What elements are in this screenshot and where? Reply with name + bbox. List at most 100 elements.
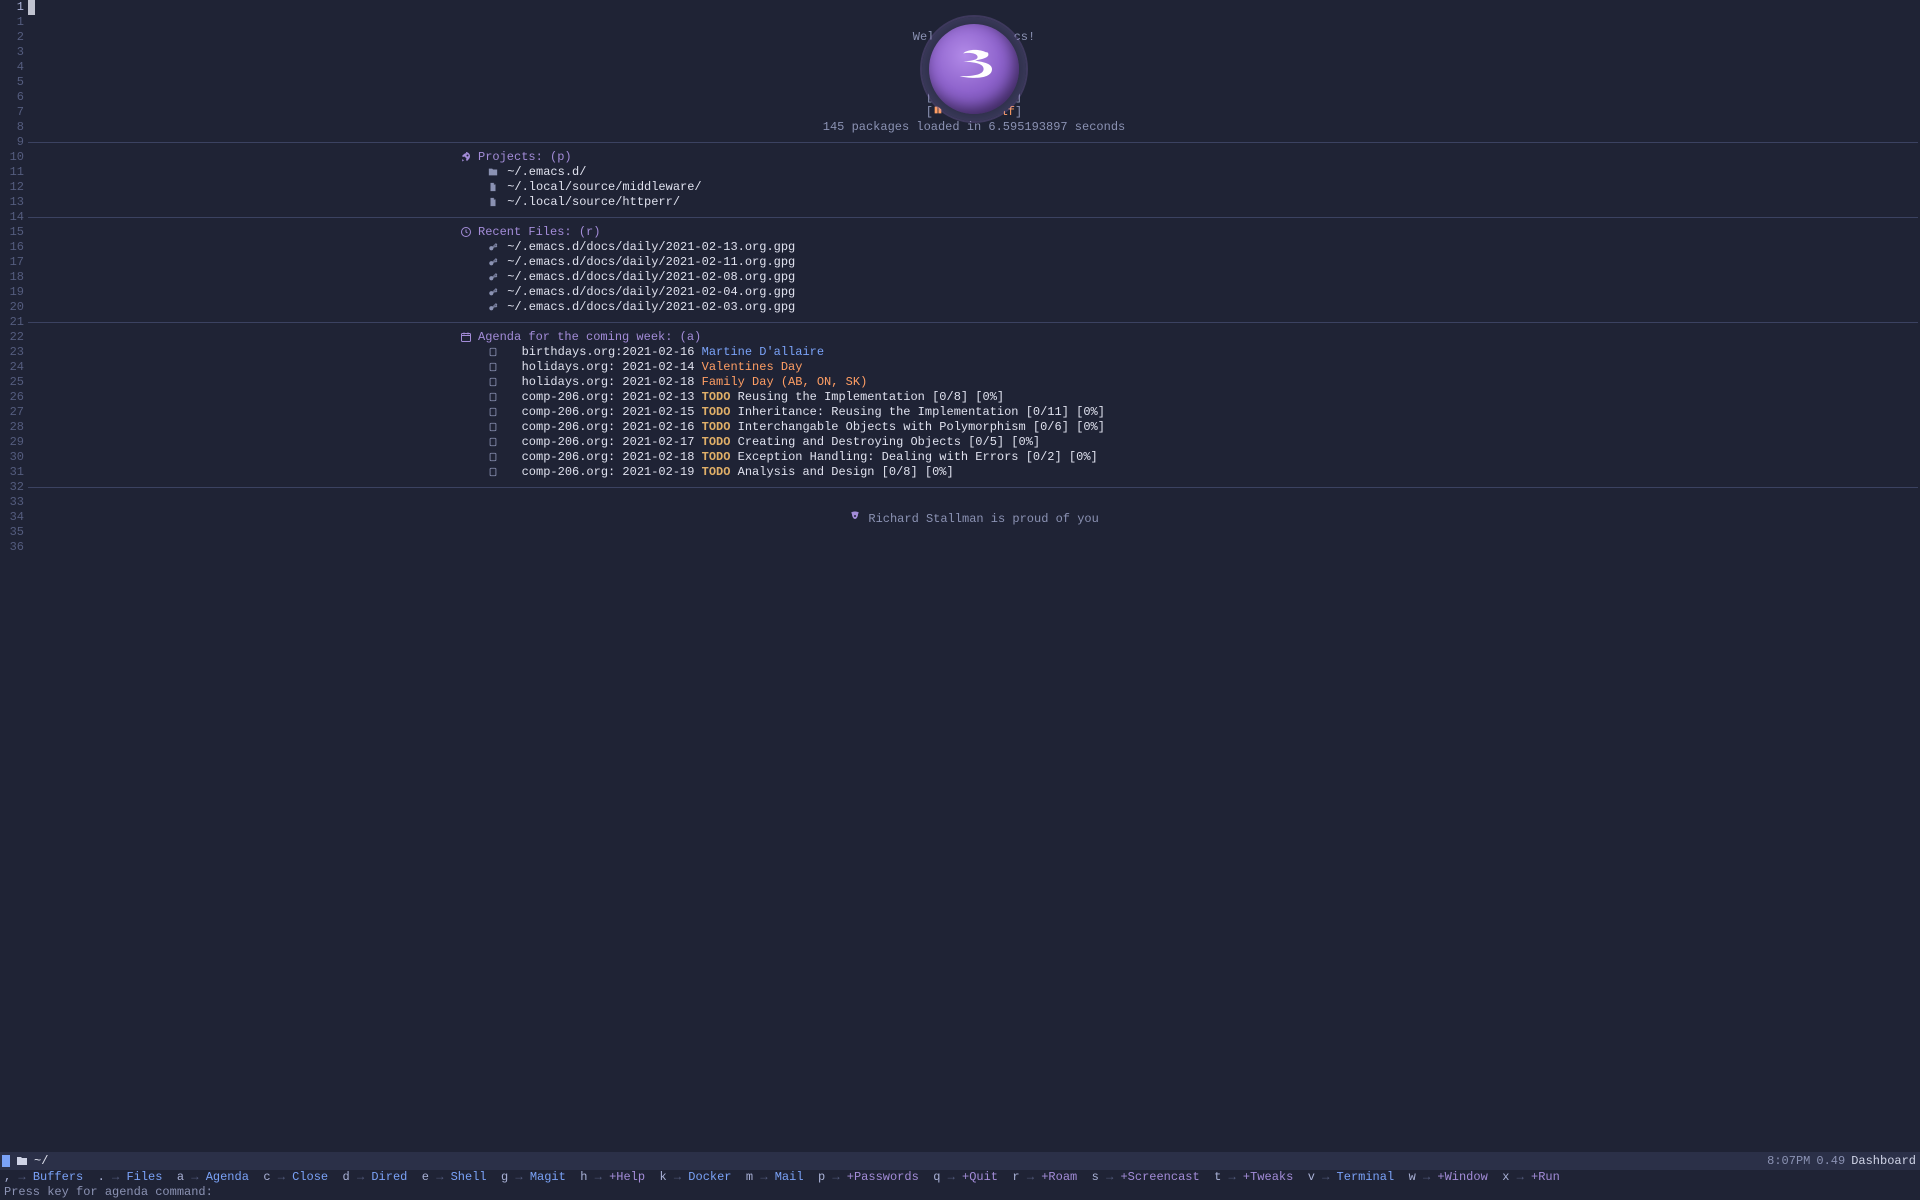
project-item[interactable]: ~/.local/source/httperr/	[28, 195, 1920, 210]
line-number: 16	[0, 240, 24, 255]
cursor	[28, 0, 35, 15]
page-icon	[486, 405, 500, 420]
line-number: 19	[0, 285, 24, 300]
which-key-binding[interactable]: a → Agenda	[177, 1170, 249, 1184]
recent-file-item[interactable]: ~/.emacs.d/docs/daily/2021-02-03.org.gpg	[28, 300, 1920, 315]
folder-icon	[486, 165, 500, 180]
project-item[interactable]: ~/.emacs.d/	[28, 165, 1920, 180]
page-icon	[486, 390, 500, 405]
which-key-binding[interactable]: d → Dired	[343, 1170, 408, 1184]
line-number: 31	[0, 465, 24, 480]
which-key-binding[interactable]: x → +Run	[1502, 1170, 1560, 1184]
modeline-load: 0.49	[1816, 1154, 1845, 1169]
key-icon	[486, 270, 500, 285]
gnu-icon	[849, 512, 861, 526]
minibuffer[interactable]: Press key for agenda command:	[0, 1185, 1920, 1200]
modeline-time: 8:07PM	[1767, 1154, 1810, 1169]
which-key-binding[interactable]: , → Buffers	[4, 1170, 83, 1184]
calendar-icon	[460, 330, 478, 345]
which-key-binding[interactable]: c → Close	[263, 1170, 328, 1184]
page-icon	[486, 450, 500, 465]
which-key-binding[interactable]: m → Mail	[746, 1170, 804, 1184]
line-number: 28	[0, 420, 24, 435]
emacs-logo	[922, 17, 1026, 121]
line-number: 15	[0, 225, 24, 240]
project-item[interactable]: ~/.local/source/middleware/	[28, 180, 1920, 195]
section-title-recent: Recent Files: (r)	[478, 225, 600, 239]
clock-icon	[460, 225, 478, 240]
line-number: 26	[0, 390, 24, 405]
which-key-binding[interactable]: g → Magit	[501, 1170, 566, 1184]
line-number-gutter: 1123456789101112131415161718192021222324…	[0, 0, 28, 1152]
line-number: 11	[0, 165, 24, 180]
which-key-binding[interactable]: v → Terminal	[1308, 1170, 1394, 1184]
page-icon	[486, 435, 500, 450]
line-number: 35	[0, 525, 24, 540]
which-key-binding[interactable]: h → +Help	[580, 1170, 645, 1184]
section-title-agenda: Agenda for the coming week: (a)	[478, 330, 701, 344]
line-number: 25	[0, 375, 24, 390]
separator	[28, 487, 1918, 488]
which-key-popup[interactable]: , → Buffers . → Files a → Agenda c → Clo…	[0, 1170, 1920, 1185]
page-icon	[486, 345, 500, 360]
agenda-item[interactable]: birthdays.org:2021-02-16 Martine D'allai…	[28, 345, 1920, 360]
line-number: 8	[0, 120, 24, 135]
line-number: 1	[0, 15, 24, 30]
key-icon	[486, 285, 500, 300]
modeline: ~/ 8:07PM 0.49 Dashboard	[0, 1152, 1920, 1170]
agenda-item[interactable]: comp-206.org: 2021-02-15 TODO Inheritanc…	[28, 405, 1920, 420]
file-icon	[486, 180, 500, 195]
line-number: 4	[0, 60, 24, 75]
agenda-item[interactable]: comp-206.org: 2021-02-13 TODO Reusing th…	[28, 390, 1920, 405]
line-number: 23	[0, 345, 24, 360]
agenda-item[interactable]: holidays.org: 2021-02-14 Valentines Day	[28, 360, 1920, 375]
line-number: 20	[0, 300, 24, 315]
line-number: 2	[0, 30, 24, 45]
page-icon	[486, 375, 500, 390]
line-number: 32	[0, 480, 24, 495]
key-icon	[486, 255, 500, 270]
line-number: 17	[0, 255, 24, 270]
line-number: 9	[0, 135, 24, 150]
which-key-binding[interactable]: w → +Window	[1409, 1170, 1488, 1184]
agenda-item[interactable]: comp-206.org: 2021-02-17 TODO Creating a…	[28, 435, 1920, 450]
line-number: 7	[0, 105, 24, 120]
section-title-projects: Projects: (p)	[478, 150, 572, 164]
line-number: 29	[0, 435, 24, 450]
separator	[28, 142, 1918, 143]
agenda-item[interactable]: comp-206.org: 2021-02-16 TODO Interchang…	[28, 420, 1920, 435]
line-number: 5	[0, 75, 24, 90]
dashboard-buffer: Welcome to Emacs![ Brain][ Homepage][ At…	[28, 0, 1920, 1152]
line-number: 24	[0, 360, 24, 375]
which-key-binding[interactable]: q → +Quit	[933, 1170, 998, 1184]
recent-file-item[interactable]: ~/.emacs.d/docs/daily/2021-02-11.org.gpg	[28, 255, 1920, 270]
which-key-binding[interactable]: e → Shell	[422, 1170, 487, 1184]
page-icon	[486, 360, 500, 375]
recent-file-item[interactable]: ~/.emacs.d/docs/daily/2021-02-04.org.gpg	[28, 285, 1920, 300]
recent-file-item[interactable]: ~/.emacs.d/docs/daily/2021-02-08.org.gpg	[28, 270, 1920, 285]
modeline-cwd: ~/	[34, 1154, 48, 1169]
rocket-icon	[460, 150, 478, 165]
which-key-binding[interactable]: k → Docker	[659, 1170, 731, 1184]
recent-file-item[interactable]: ~/.emacs.d/docs/daily/2021-02-13.org.gpg	[28, 240, 1920, 255]
which-key-binding[interactable]: r → +Roam	[1012, 1170, 1077, 1184]
modeline-major-mode: Dashboard	[1851, 1154, 1916, 1169]
which-key-binding[interactable]: t → +Tweaks	[1214, 1170, 1293, 1184]
which-key-binding[interactable]: p → +Passwords	[818, 1170, 919, 1184]
file-icon	[486, 195, 500, 210]
key-icon	[486, 300, 500, 315]
line-number: 14	[0, 210, 24, 225]
which-key-binding[interactable]: s → +Screencast	[1092, 1170, 1200, 1184]
agenda-item[interactable]: comp-206.org: 2021-02-19 TODO Analysis a…	[28, 465, 1920, 480]
key-icon	[486, 240, 500, 255]
agenda-item[interactable]: comp-206.org: 2021-02-18 TODO Exception …	[28, 450, 1920, 465]
footer-quote: Richard Stallman is proud of you	[28, 510, 1920, 527]
agenda-item[interactable]: holidays.org: 2021-02-18 Family Day (AB,…	[28, 375, 1920, 390]
line-number: 1	[0, 0, 24, 15]
line-number: 34	[0, 510, 24, 525]
page-icon	[486, 420, 500, 435]
which-key-binding[interactable]: . → Files	[98, 1170, 163, 1184]
line-number: 27	[0, 405, 24, 420]
line-number: 18	[0, 270, 24, 285]
line-number: 21	[0, 315, 24, 330]
